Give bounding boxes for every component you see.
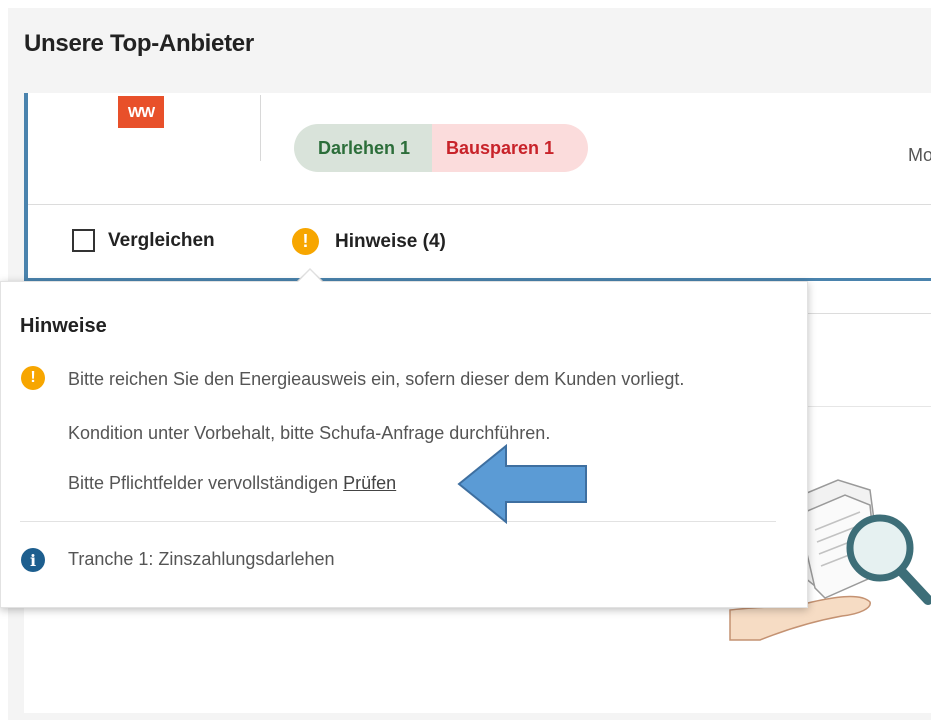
- note-text: Bitte Pflichtfelder vervollständigen: [68, 473, 339, 493]
- divider-line: [808, 313, 931, 314]
- warning-icon: !: [21, 366, 45, 390]
- compare-checkbox-control[interactable]: Vergleichen: [72, 229, 215, 252]
- popover-title: Hinweise: [20, 315, 107, 337]
- vertical-divider: [260, 95, 261, 161]
- section-title: Unsere Top-Anbieter: [24, 30, 254, 57]
- card-divider: [28, 204, 931, 205]
- card-accent-bar: [24, 93, 28, 283]
- page: Unsere Top-Anbieter WW Darlehen 1 Bauspa…: [0, 0, 931, 720]
- magnifier-icon: [846, 514, 931, 605]
- note-item: Bitte Pflichtfelder vervollständigen Prü…: [68, 473, 396, 494]
- annotation-arrow-icon: [457, 443, 587, 525]
- loan-tag: Darlehen 1: [294, 124, 432, 172]
- notes-toggle[interactable]: ! Hinweise (4): [292, 228, 446, 255]
- compare-label: Vergleichen: [108, 229, 215, 251]
- note-item: Tranche 1: Zinszahlungsdarlehen: [68, 549, 335, 569]
- truncated-text: Mo: [908, 145, 931, 165]
- note-item: Kondition unter Vorbehalt, bitte Schufa-…: [68, 423, 551, 443]
- popover-divider: [20, 521, 776, 522]
- warning-icon: !: [292, 228, 319, 255]
- notes-label: Hinweise (4): [335, 230, 446, 252]
- provider-logo: WW: [118, 96, 164, 128]
- popover-arrow-inner: [297, 270, 323, 283]
- note-item: Bitte reichen Sie den Energieausweis ein…: [68, 369, 685, 389]
- divider-line: [808, 406, 931, 407]
- compare-checkbox[interactable]: [72, 229, 95, 252]
- info-icon: i: [21, 548, 45, 572]
- savings-tag: Bausparen 1: [432, 124, 588, 172]
- check-link[interactable]: Prüfen: [343, 473, 396, 493]
